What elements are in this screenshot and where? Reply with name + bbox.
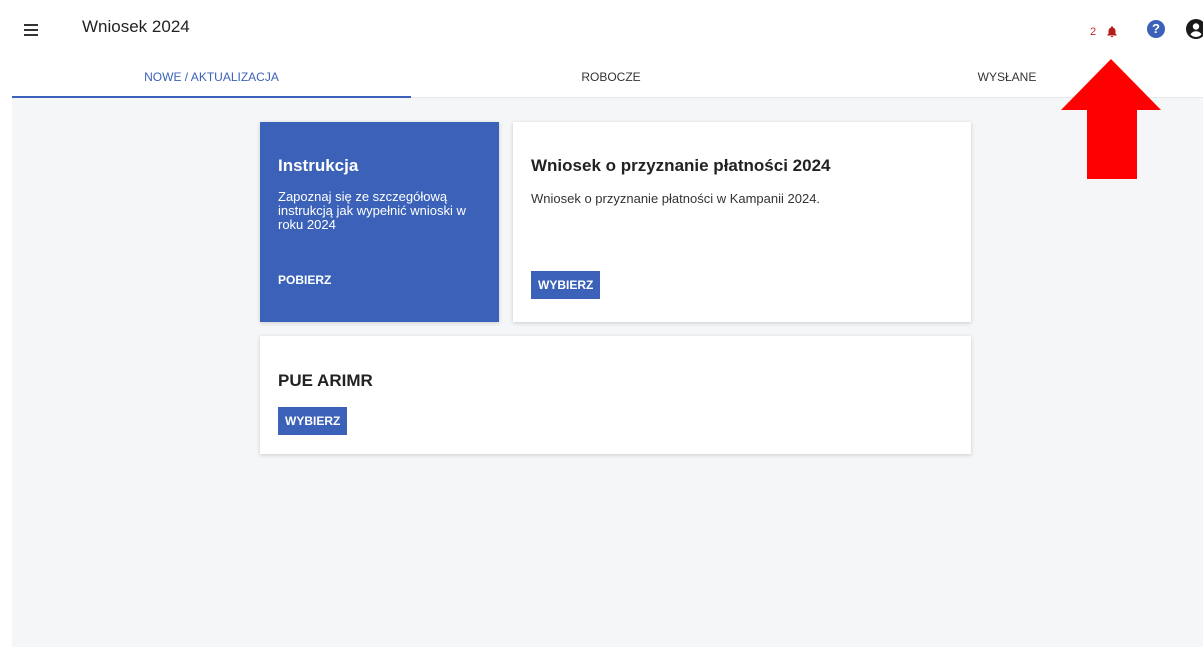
application-card: Wniosek o przyznanie płatności 2024 Wnio…: [513, 122, 971, 322]
main-content: Instrukcja Zapoznaj się ze szczegółową i…: [12, 98, 1203, 647]
select-pue-arimr-button[interactable]: WYBIERZ: [278, 407, 348, 435]
application-card-title: Wniosek o przyznanie płatności 2024: [531, 156, 831, 175]
tab-bar: NOWE / AKTUALIZACJA ROBOCZE WYSŁANE: [12, 62, 1203, 98]
instruction-card: Instrukcja Zapoznaj się ze szczegółową i…: [260, 122, 499, 322]
download-instruction-link[interactable]: POBIERZ: [278, 273, 331, 287]
bell-icon[interactable]: [1105, 25, 1119, 39]
account-circle-icon[interactable]: [1186, 19, 1203, 39]
instruction-card-title: Instrukcja: [278, 156, 359, 175]
help-icon[interactable]: ?: [1147, 20, 1165, 38]
app-title: Wniosek 2024: [82, 17, 190, 36]
pue-arimr-card: PUE ARIMR WYBIERZ: [260, 336, 971, 454]
pue-arimr-card-title: PUE ARIMR: [278, 371, 373, 390]
notification-count-badge: 2: [1090, 26, 1097, 38]
red-arrow-annotation-icon: [1061, 59, 1161, 179]
top-app-bar: Wniosek 2024 2 ?: [0, 0, 1203, 62]
tab-drafts[interactable]: ROBOCZE: [411, 62, 811, 98]
hamburger-menu-icon[interactable]: [24, 24, 38, 36]
tab-new-update[interactable]: NOWE / AKTUALIZACJA: [12, 62, 411, 98]
application-card-description: Wniosek o przyznanie płatności w Kampani…: [531, 191, 821, 206]
select-application-button[interactable]: WYBIERZ: [531, 271, 601, 299]
instruction-card-description: Zapoznaj się ze szczegółową instrukcją j…: [278, 189, 466, 232]
